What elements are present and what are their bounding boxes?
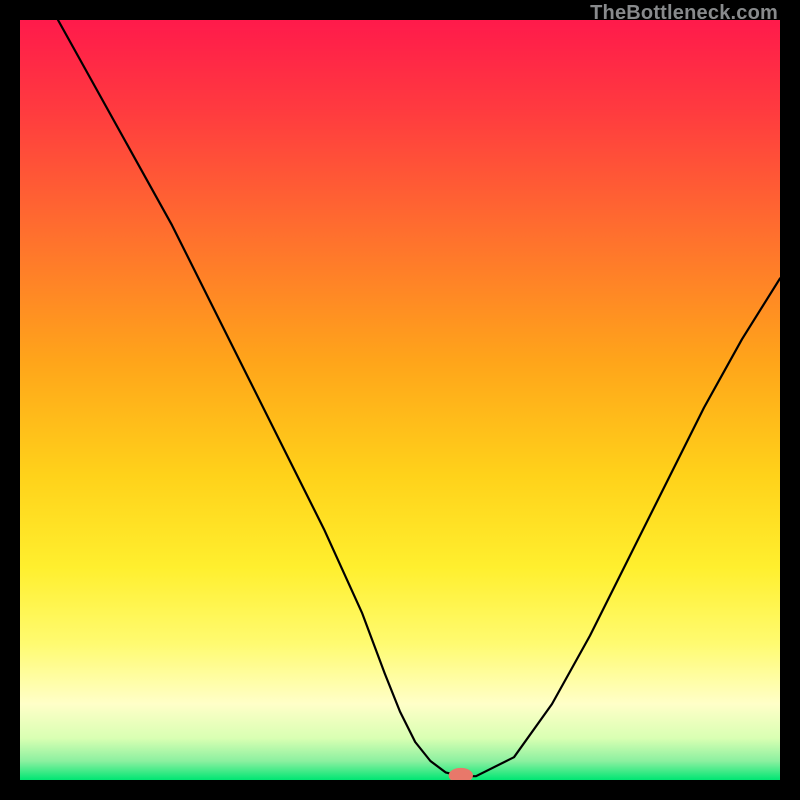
gradient-background: [20, 20, 780, 780]
chart-frame: TheBottleneck.com: [0, 0, 800, 800]
bottleneck-chart: [20, 20, 780, 780]
plot-area: [20, 20, 780, 780]
